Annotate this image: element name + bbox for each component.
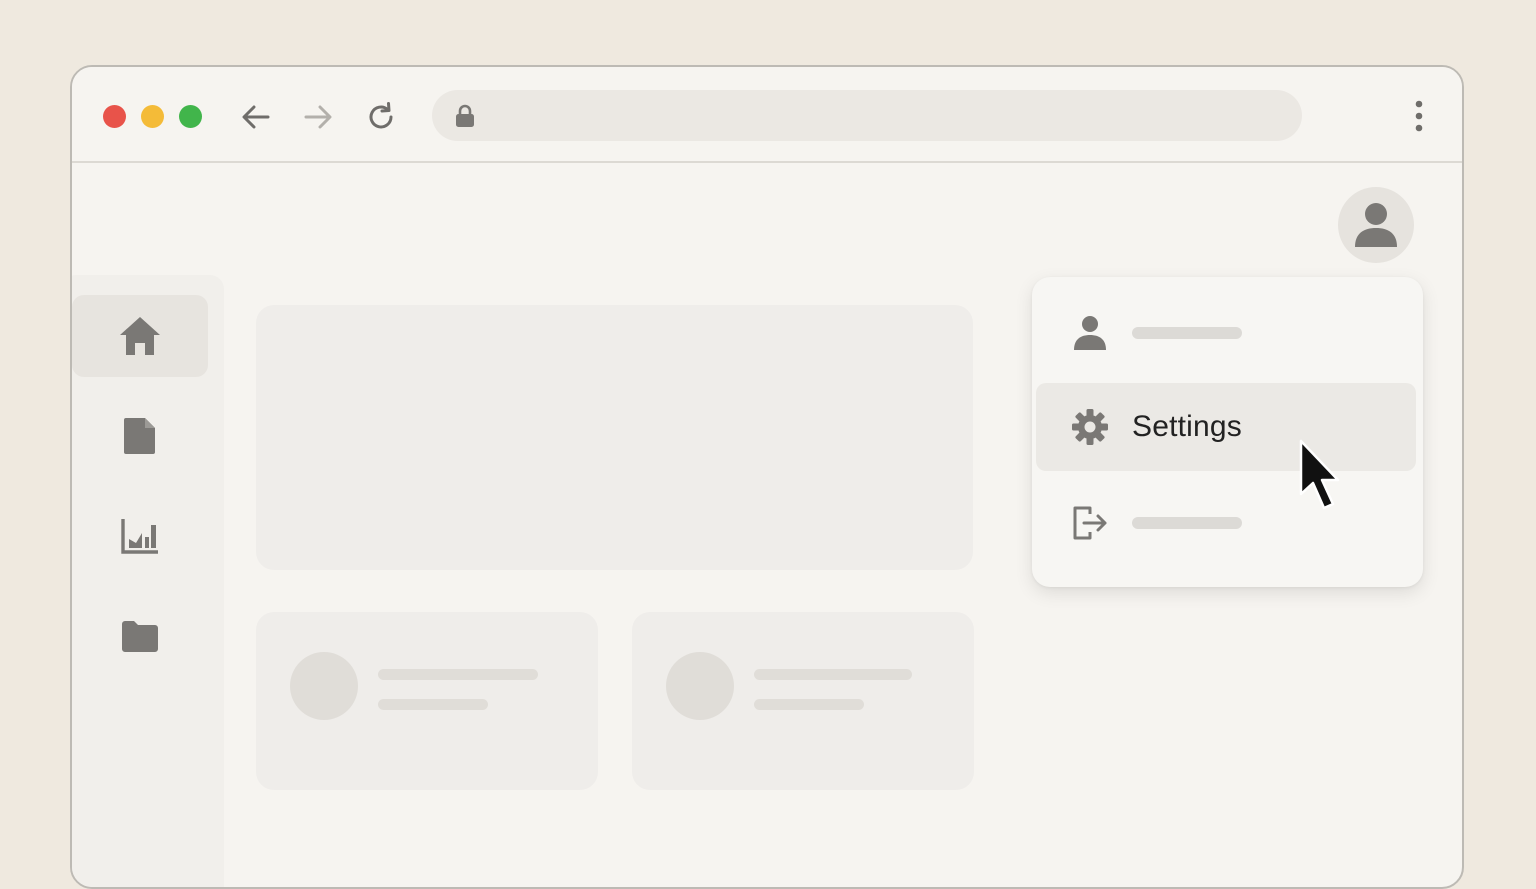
reload-icon [369,102,393,129]
text-placeholder [378,699,488,710]
arrow-right-icon [304,105,332,129]
page-content: Settings [72,163,1462,887]
browser-window: Settings [70,65,1464,889]
forward-button[interactable] [298,97,338,137]
more-vertical-icon[interactable] [1412,99,1426,133]
address-bar[interactable] [432,90,1302,141]
logout-label-placeholder [1132,517,1242,529]
sidebar-item-home[interactable] [72,295,208,377]
avatar-placeholder [290,652,358,720]
menu-item-profile[interactable] [1036,289,1416,377]
arrow-left-icon [242,105,270,129]
text-placeholder [378,669,538,680]
home-icon [120,317,160,355]
placeholder-card [256,612,598,790]
chart-icon [121,519,158,554]
account-avatar-button[interactable] [1338,187,1414,263]
logout-icon [1070,503,1110,543]
sidebar-item-folders[interactable] [72,595,208,677]
folder-icon [122,621,158,652]
lock-icon [456,104,474,127]
user-avatar-icon [1355,203,1397,247]
minimize-window-button[interactable] [141,105,164,128]
placeholder-card [632,612,974,790]
menu-item-settings[interactable]: Settings [1036,383,1416,471]
reload-button[interactable] [361,97,401,137]
avatar-placeholder [666,652,734,720]
settings-label: Settings [1132,410,1242,443]
maximize-window-button[interactable] [179,105,202,128]
user-icon [1070,313,1110,353]
gear-icon [1070,407,1110,447]
document-icon [124,418,155,454]
sidebar-item-analytics[interactable] [72,495,208,577]
menu-item-logout[interactable] [1036,479,1416,567]
sidebar [72,275,224,887]
profile-label-placeholder [1132,327,1242,339]
mouse-pointer-icon [1299,439,1340,510]
text-placeholder [754,669,912,680]
hero-placeholder-card [256,305,973,570]
close-window-button[interactable] [103,105,126,128]
user-dropdown-menu: Settings [1032,277,1423,587]
text-placeholder [754,699,864,710]
sidebar-item-documents[interactable] [72,395,208,477]
back-button[interactable] [236,97,276,137]
browser-toolbar [72,67,1462,163]
